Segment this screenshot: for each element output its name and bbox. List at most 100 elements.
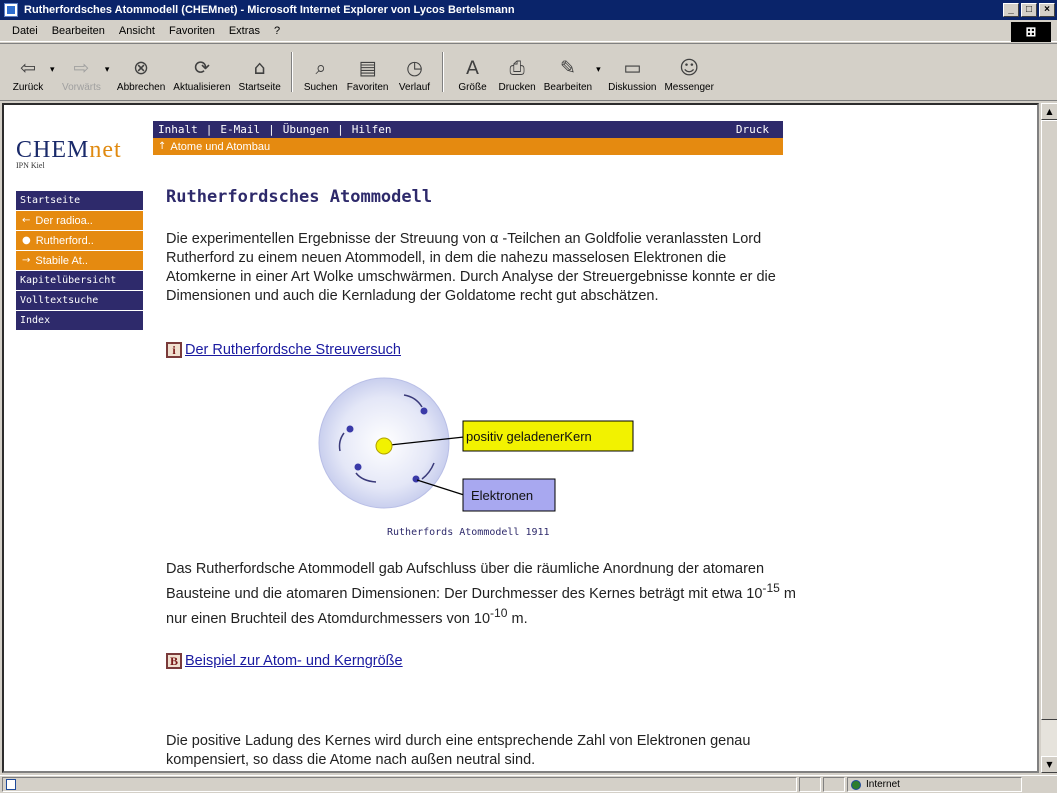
- zone-label: Internet: [866, 779, 900, 790]
- size-button[interactable]: A Größe: [450, 47, 494, 97]
- figure-caption: Rutherfords Atommodell 1911: [387, 527, 550, 538]
- nav-separator: |: [268, 123, 275, 136]
- logo-subtitle: IPN Kiel: [16, 161, 45, 170]
- intro-paragraph: Die experimentellen Ergebnisse der Streu…: [166, 231, 776, 304]
- top-navigation: Inhalt | E-Mail | Übungen | Hilfen Druck: [153, 121, 783, 138]
- breadcrumb[interactable]: ↑ Atome und Atombau: [153, 138, 783, 155]
- back-button[interactable]: ⇦ Zurück: [6, 47, 50, 97]
- electron: [420, 407, 428, 415]
- home-icon: ⌂: [253, 57, 266, 79]
- status-field: [823, 777, 845, 792]
- edit-button[interactable]: ✎ Bearbeiten: [540, 47, 596, 97]
- page-icon: [6, 779, 16, 790]
- example-icon[interactable]: B: [166, 653, 182, 669]
- chemnet-logo[interactable]: CHEMnet: [16, 137, 122, 164]
- nav-hilfen[interactable]: Hilfen: [352, 123, 392, 136]
- scroll-down-icon[interactable]: ▼: [1041, 756, 1057, 773]
- para2-text-a: Das Rutherfordsche Atommodell gab Aufsch…: [166, 561, 765, 602]
- favorites-folder-icon: ▤: [358, 57, 377, 79]
- ie-app-icon[interactable]: [4, 3, 18, 17]
- vertical-scrollbar[interactable]: ▲ ▼: [1040, 103, 1057, 773]
- security-zone: Internet: [847, 777, 1022, 792]
- link-streuversuch[interactable]: Der Rutherfordsche Streuversuch: [185, 342, 401, 358]
- refresh-button[interactable]: ⟳ Aktualisieren: [169, 47, 234, 97]
- nav-email[interactable]: E-Mail: [220, 123, 260, 136]
- forward-arrow-icon: ⇨: [73, 57, 90, 79]
- sidebar-item-radioaktivitaet[interactable]: ← Der radioa..: [16, 211, 143, 230]
- globe-icon: [851, 779, 861, 790]
- nav-inhalt[interactable]: Inhalt: [158, 123, 198, 136]
- nav-druck[interactable]: Druck: [736, 123, 769, 136]
- right-arrow-icon: →: [22, 255, 31, 266]
- electron: [346, 425, 354, 433]
- para2-text-c: m.: [507, 610, 528, 627]
- status-message: [2, 777, 797, 792]
- search-button[interactable]: ⌕ Suchen: [299, 47, 343, 97]
- sidebar-item-volltextsuche[interactable]: Volltextsuche: [16, 291, 143, 310]
- exponent-atom: -10: [490, 605, 508, 620]
- browser-window: Rutherfordsches Atommodell (CHEMnet) - M…: [0, 0, 1057, 793]
- sidebar-item-index[interactable]: Index: [16, 311, 143, 330]
- stop-icon: ⊗: [133, 57, 150, 79]
- back-arrow-icon: ⇦: [20, 57, 36, 79]
- menu-help[interactable]: ?: [267, 25, 287, 37]
- history-button[interactable]: ◷ Verlauf: [392, 47, 436, 97]
- menu-ansicht[interactable]: Ansicht: [112, 25, 162, 37]
- messenger-icon: ☺: [679, 57, 700, 79]
- sidebar-item-startseite[interactable]: Startseite: [16, 191, 143, 210]
- toolbar-separator: [290, 52, 293, 92]
- messenger-button[interactable]: ☺ Messenger: [660, 47, 717, 97]
- status-field: [799, 777, 821, 792]
- sidebar-item-label: Der radioa..: [35, 214, 93, 227]
- info-icon[interactable]: i: [166, 342, 182, 358]
- refresh-icon: ⟳: [193, 57, 210, 79]
- print-button[interactable]: ⎙ Drucken: [494, 47, 539, 97]
- search-icon: ⌕: [315, 57, 327, 79]
- nav-separator: |: [337, 123, 344, 136]
- forward-dropdown-icon[interactable]: ▾: [105, 65, 113, 75]
- status-bar: Internet: [0, 775, 1057, 793]
- bullet-icon: ●: [22, 235, 31, 246]
- edit-icon: ✎: [559, 57, 576, 79]
- stop-button[interactable]: ⊗ Abbrechen: [113, 47, 169, 97]
- windows-logo-icon: ⊞: [1011, 22, 1051, 42]
- forward-button[interactable]: ⇨ Vorwärts: [58, 47, 105, 97]
- edit-dropdown-icon[interactable]: ▾: [596, 65, 604, 75]
- atom-model-figure: positiv geladenerKern Elektronen: [318, 377, 634, 512]
- close-button[interactable]: ×: [1039, 3, 1055, 17]
- sidebar-item-stabile-atome[interactable]: → Stabile At..: [16, 251, 143, 270]
- menu-datei[interactable]: Datei: [0, 25, 45, 37]
- label-kern: positiv geladenerKern: [466, 429, 592, 444]
- minimize-button[interactable]: _: [1003, 3, 1019, 17]
- nav-uebungen[interactable]: Übungen: [283, 123, 329, 136]
- logo-prefix: CHEM: [16, 137, 90, 163]
- page-content: CHEMnet IPN Kiel Inhalt | E-Mail | Übung…: [2, 103, 1039, 773]
- menu-bar: Datei Bearbeiten Ansicht Favoriten Extra…: [0, 20, 1057, 42]
- left-arrow-icon: ←: [22, 215, 31, 226]
- link-kerngroesse-row: B Beispiel zur Atom- und Kerngröße: [166, 653, 403, 669]
- sidebar-item-kapiteluebersicht[interactable]: Kapitelübersicht: [16, 271, 143, 290]
- home-button[interactable]: ⌂ Startseite: [235, 47, 285, 97]
- toolbar: ⇦ Zurück ▾ ⇨ Vorwärts ▾ ⊗ Abbrechen ⟳ Ak…: [0, 43, 1057, 101]
- maximize-button[interactable]: □: [1021, 3, 1037, 17]
- scroll-up-icon[interactable]: ▲: [1041, 103, 1057, 120]
- dimension-paragraph: Das Rutherfordsche Atommodell gab Aufsch…: [166, 560, 796, 629]
- back-dropdown-icon[interactable]: ▾: [50, 65, 58, 75]
- nav-separator: |: [205, 123, 213, 136]
- menu-extras[interactable]: Extras: [222, 25, 267, 37]
- menu-favoriten[interactable]: Favoriten: [162, 25, 222, 37]
- logo-suffix: net: [89, 137, 122, 163]
- toolbar-separator: [442, 52, 445, 92]
- history-icon: ◷: [406, 57, 423, 79]
- electron: [354, 463, 362, 471]
- up-arrow-icon: ↑: [158, 141, 167, 152]
- menu-bearbeiten[interactable]: Bearbeiten: [45, 25, 112, 37]
- link-kerngroesse[interactable]: Beispiel zur Atom- und Kerngröße: [185, 653, 403, 669]
- page-title: Rutherfordsches Atommodell: [166, 187, 433, 207]
- sidebar: Startseite ← Der radioa.. ● Rutherford..…: [16, 191, 143, 331]
- sidebar-item-label: Stabile At..: [35, 254, 88, 267]
- discuss-button[interactable]: ▭ Diskussion: [604, 47, 660, 97]
- scroll-thumb[interactable]: [1041, 120, 1057, 720]
- favorites-button[interactable]: ▤ Favoriten: [343, 47, 393, 97]
- sidebar-item-rutherford[interactable]: ● Rutherford..: [16, 231, 143, 250]
